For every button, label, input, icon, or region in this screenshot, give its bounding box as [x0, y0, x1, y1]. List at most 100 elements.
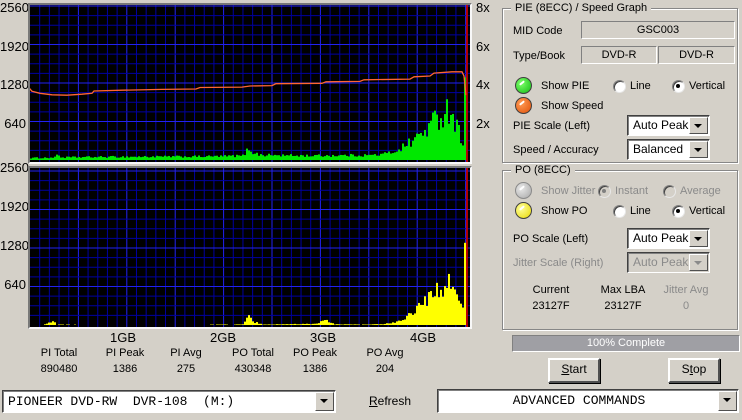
jitter-scale-value: Auto Peak	[633, 255, 689, 269]
type-book-label: Type/Book	[513, 50, 565, 62]
advanced-commands-value: ADVANCED COMMANDS	[512, 393, 646, 408]
axis-tick-label: 640	[4, 115, 26, 131]
jitter-avg-value: 0	[682, 300, 690, 312]
chevron-down-icon[interactable]	[689, 141, 708, 158]
stat-value: 1386	[302, 363, 328, 375]
jitter-average-radio	[663, 185, 676, 198]
type-value: DVD-R	[601, 49, 637, 61]
po-scale-value: Auto Peak	[633, 231, 689, 245]
axis-tick-label: 640	[4, 277, 26, 292]
pie-speed-group: PIE (8ECC) / Speed Graph MID Code GSC003…	[502, 2, 738, 163]
po-vertical-radio[interactable]	[672, 205, 685, 218]
po-line-radio[interactable]	[613, 205, 626, 218]
pi-peak-stat: PI Peak 1386	[93, 347, 157, 375]
stat-label: PO Avg	[366, 347, 404, 359]
axis-tick-label: 1280	[0, 238, 29, 253]
current-label: Current	[532, 284, 570, 296]
drive-select[interactable]: PIONEER DVD-RW DVR-108 (M:)	[2, 390, 336, 413]
refresh-button[interactable]: Refresh	[363, 393, 417, 409]
advanced-commands-select[interactable]: ADVANCED COMMANDS	[437, 389, 739, 413]
speed-accuracy-select[interactable]: Balanced	[627, 139, 710, 160]
po-avg-stat: PO Avg 204	[353, 347, 417, 375]
chevron-down-icon[interactable]	[718, 391, 737, 411]
show-po-led-button[interactable]	[515, 202, 532, 219]
mid-code-value: GSC003	[636, 24, 680, 36]
show-jitter-label: Show Jitter	[541, 185, 596, 197]
pie-scale-value: Auto Peak	[633, 118, 689, 132]
chevron-down-icon[interactable]	[689, 117, 708, 134]
chevron-down-icon[interactable]	[689, 230, 708, 247]
type-field: DVD-R	[581, 46, 657, 64]
axis-tick-label: 8x	[476, 0, 490, 15]
jitter-scale-select: Auto Peak	[627, 252, 710, 273]
stat-value: 204	[375, 363, 395, 375]
pie-vertical-label[interactable]: Vertical	[689, 80, 725, 92]
show-pie-label: Show PIE	[541, 80, 590, 92]
chevron-down-icon	[689, 254, 708, 271]
disc-quality-scan-window: 2560 1920 1280 640 2560 1920 1280 640 8x 6x 4x 2x…	[0, 0, 742, 420]
axis-tick-label: 2560	[0, 0, 29, 15]
jitter-average-label: Average	[680, 185, 721, 197]
jitter-instant-label: Instant	[615, 185, 649, 197]
show-speed-led-button[interactable]	[515, 97, 532, 114]
pie-line-radio[interactable]	[613, 80, 626, 93]
po-line-label[interactable]: Line	[630, 205, 651, 217]
show-speed-label: Show Speed	[541, 100, 604, 112]
speed-accuracy-value: Balanced	[633, 142, 684, 156]
drive-select-value: PIONEER DVD-RW DVR-108 (M:)	[8, 394, 235, 409]
jitter-avg-label: Jitter Avg	[663, 284, 709, 296]
axis-tick-label: 2GB	[209, 330, 236, 345]
pie-speed-chart	[28, 3, 472, 164]
chevron-down-icon[interactable]	[315, 392, 334, 411]
show-pie-led-button[interactable]	[515, 77, 532, 94]
mid-code-label: MID Code	[513, 25, 563, 37]
show-po-label: Show PO	[541, 205, 588, 217]
current-value: 23127F	[532, 300, 570, 312]
stat-value: 275	[176, 363, 196, 375]
max-lba-label: Max LBA	[600, 284, 646, 296]
jitter-scale-label: Jitter Scale (Right)	[513, 257, 604, 269]
axis-tick-label: 1GB	[109, 330, 136, 345]
po-group-title: PO (8ECC)	[511, 164, 575, 176]
pi-total-stat: PI Total 890480	[27, 347, 91, 375]
speed-accuracy-label: Speed / Accuracy	[513, 144, 599, 156]
stat-label: PI Avg	[170, 347, 202, 359]
pie-line-label[interactable]: Line	[630, 80, 651, 92]
book-value: DVD-R	[679, 49, 714, 61]
po-chart	[28, 166, 472, 329]
axis-tick-label: 1920	[0, 199, 29, 214]
po-total-stat: PO Total 430348	[221, 347, 285, 375]
show-jitter-led-button	[515, 182, 532, 199]
stat-label: PI Total	[40, 347, 78, 359]
axis-tick-label: 1920	[0, 38, 29, 54]
po-scale-label: PO Scale (Left)	[513, 233, 589, 245]
pie-scale-label: PIE Scale (Left)	[513, 120, 591, 132]
start-button[interactable]: Start	[548, 358, 600, 383]
mid-code-field: GSC003	[581, 21, 735, 39]
jitter-instant-radio	[598, 185, 611, 198]
po-vertical-label[interactable]: Vertical	[689, 205, 725, 217]
stat-value: 1386	[112, 363, 138, 375]
progress-text: 100% Complete	[586, 337, 666, 349]
stat-value: 890480	[40, 363, 78, 375]
stop-button[interactable]: Stop	[668, 358, 720, 383]
axis-tick-label: 2x	[476, 115, 490, 131]
max-lba-value: 23127F	[604, 300, 642, 312]
pie-scale-select[interactable]: Auto Peak	[627, 115, 710, 136]
pi-avg-stat: PI Avg 275	[154, 347, 218, 375]
pie-vertical-radio[interactable]	[672, 80, 685, 93]
stat-label: PI Peak	[105, 347, 145, 359]
pie-group-title: PIE (8ECC) / Speed Graph	[511, 2, 652, 14]
stat-label: PO Peak	[292, 347, 338, 359]
axis-tick-label: 2560	[0, 160, 29, 175]
po-scale-select[interactable]: Auto Peak	[627, 228, 710, 249]
po-peak-stat: PO Peak 1386	[283, 347, 347, 375]
axis-tick-label: 1280	[0, 77, 29, 92]
axis-tick-label: 6x	[476, 38, 490, 54]
stat-value: 430348	[234, 363, 272, 375]
axis-tick-label: 3GB	[309, 330, 336, 345]
po-group: PO (8ECC) Show Jitter Instant Average Sh…	[502, 164, 738, 330]
axis-tick-label: 4GB	[409, 330, 436, 345]
axis-tick-label: 4x	[476, 77, 490, 92]
book-field: DVD-R	[658, 46, 735, 64]
